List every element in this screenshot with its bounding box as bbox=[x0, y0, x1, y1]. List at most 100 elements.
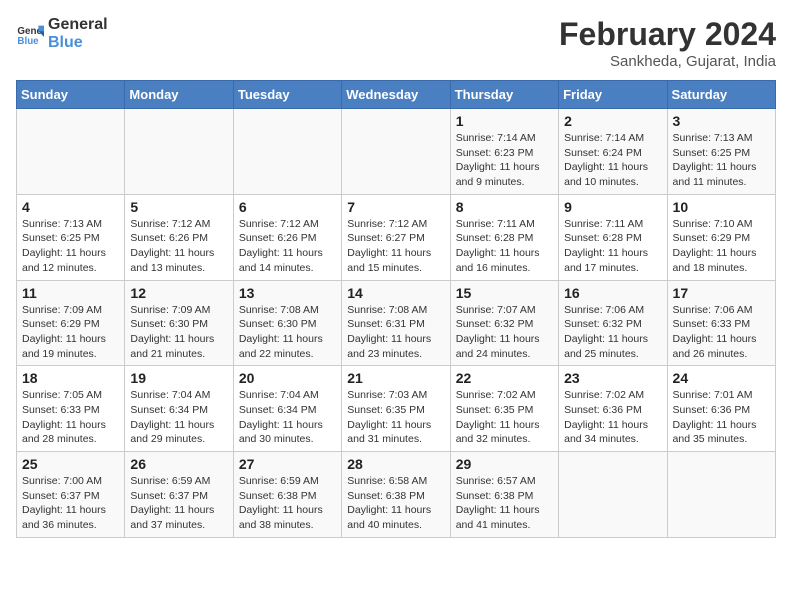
day-cell: 16Sunrise: 7:06 AMSunset: 6:32 PMDayligh… bbox=[559, 280, 667, 366]
day-info: Sunrise: 7:11 AMSunset: 6:28 PMDaylight:… bbox=[564, 217, 661, 276]
day-info: Sunrise: 7:13 AMSunset: 6:25 PMDaylight:… bbox=[673, 131, 770, 190]
header-tuesday: Tuesday bbox=[233, 81, 341, 109]
day-info: Sunrise: 7:04 AMSunset: 6:34 PMDaylight:… bbox=[239, 388, 336, 447]
day-info: Sunrise: 7:07 AMSunset: 6:32 PMDaylight:… bbox=[456, 303, 553, 362]
day-cell: 18 Sunrise: 7:05 AMSunset: 6:33 PMDayligh… bbox=[17, 366, 125, 452]
day-number: 20 bbox=[239, 370, 336, 386]
day-cell bbox=[233, 109, 341, 195]
day-number: 6 bbox=[239, 199, 336, 215]
title-block: February 2024 Sankheda, Gujarat, India bbox=[559, 16, 776, 70]
day-info: Sunrise: 6:58 AMSunset: 6:38 PMDaylight:… bbox=[347, 474, 444, 533]
day-number: 19 bbox=[130, 370, 227, 386]
day-number: 18 bbox=[22, 370, 119, 386]
day-info: Sunrise: 7:02 AMSunset: 6:35 PMDaylight:… bbox=[456, 388, 553, 447]
day-info: Sunrise: 6:59 AMSunset: 6:37 PMDaylight:… bbox=[130, 474, 227, 533]
day-cell: 17Sunrise: 7:06 AMSunset: 6:33 PMDayligh… bbox=[667, 280, 775, 366]
day-info: Sunrise: 7:11 AMSunset: 6:28 PMDaylight:… bbox=[456, 217, 553, 276]
day-cell: 14Sunrise: 7:08 AMSunset: 6:31 PMDayligh… bbox=[342, 280, 450, 366]
day-number: 28 bbox=[347, 456, 444, 472]
day-number: 29 bbox=[456, 456, 553, 472]
day-cell bbox=[17, 109, 125, 195]
month-year: February 2024 bbox=[559, 16, 776, 53]
day-info: Sunrise: 7:03 AMSunset: 6:35 PMDaylight:… bbox=[347, 388, 444, 447]
week-row-2: 11Sunrise: 7:09 AMSunset: 6:29 PMDayligh… bbox=[17, 280, 776, 366]
day-info: Sunrise: 7:12 AMSunset: 6:27 PMDaylight:… bbox=[347, 217, 444, 276]
day-cell: 24 Sunrise: 7:01 AMSunset: 6:36 PMDayligh… bbox=[667, 366, 775, 452]
day-cell bbox=[667, 452, 775, 538]
header-wednesday: Wednesday bbox=[342, 81, 450, 109]
day-info: Sunrise: 7:08 AMSunset: 6:30 PMDaylight:… bbox=[239, 303, 336, 362]
day-cell: 4Sunrise: 7:13 AMSunset: 6:25 PMDaylight… bbox=[17, 194, 125, 280]
logo: General Blue General Blue bbox=[16, 16, 108, 51]
week-row-1: 4Sunrise: 7:13 AMSunset: 6:25 PMDaylight… bbox=[17, 194, 776, 280]
day-cell bbox=[125, 109, 233, 195]
day-cell: 3 Sunrise: 7:13 AMSunset: 6:25 PMDaylight… bbox=[667, 109, 775, 195]
day-info: Sunrise: 7:14 AMSunset: 6:23 PMDaylight:… bbox=[456, 131, 553, 190]
day-cell bbox=[559, 452, 667, 538]
calendar-body: 1 Sunrise: 7:14 AMSunset: 6:23 PMDaylight… bbox=[17, 109, 776, 538]
calendar-table: SundayMondayTuesdayWednesdayThursdayFrid… bbox=[16, 80, 776, 538]
day-cell: 12 Sunrise: 7:09 AMSunset: 6:30 PMDayligh… bbox=[125, 280, 233, 366]
day-cell: 21 Sunrise: 7:03 AMSunset: 6:35 PMDayligh… bbox=[342, 366, 450, 452]
day-cell: 1 Sunrise: 7:14 AMSunset: 6:23 PMDaylight… bbox=[450, 109, 558, 195]
day-number: 25 bbox=[22, 456, 119, 472]
day-number: 22 bbox=[456, 370, 553, 386]
day-cell: 15 Sunrise: 7:07 AMSunset: 6:32 PMDayligh… bbox=[450, 280, 558, 366]
day-info: Sunrise: 6:59 AMSunset: 6:38 PMDaylight:… bbox=[239, 474, 336, 533]
page-header: General Blue General Blue February 2024 … bbox=[16, 16, 776, 70]
header-monday: Monday bbox=[125, 81, 233, 109]
day-number: 1 bbox=[456, 113, 553, 129]
week-row-4: 25Sunrise: 7:00 AMSunset: 6:37 PMDayligh… bbox=[17, 452, 776, 538]
day-number: 21 bbox=[347, 370, 444, 386]
day-cell: 13 Sunrise: 7:08 AMSunset: 6:30 PMDayligh… bbox=[233, 280, 341, 366]
day-cell: 22 Sunrise: 7:02 AMSunset: 6:35 PMDayligh… bbox=[450, 366, 558, 452]
day-info: Sunrise: 7:09 AMSunset: 6:29 PMDaylight:… bbox=[22, 303, 119, 362]
header-friday: Friday bbox=[559, 81, 667, 109]
day-info: Sunrise: 7:05 AMSunset: 6:33 PMDaylight:… bbox=[22, 388, 119, 447]
day-info: Sunrise: 7:01 AMSunset: 6:36 PMDaylight:… bbox=[673, 388, 770, 447]
day-number: 12 bbox=[130, 285, 227, 301]
day-cell: 6 Sunrise: 7:12 AMSunset: 6:26 PMDaylight… bbox=[233, 194, 341, 280]
svg-text:Blue: Blue bbox=[17, 35, 39, 46]
day-number: 9 bbox=[564, 199, 661, 215]
day-cell: 20 Sunrise: 7:04 AMSunset: 6:34 PMDayligh… bbox=[233, 366, 341, 452]
day-info: Sunrise: 7:13 AMSunset: 6:25 PMDaylight:… bbox=[22, 217, 119, 276]
day-cell: 5Sunrise: 7:12 AMSunset: 6:26 PMDaylight… bbox=[125, 194, 233, 280]
day-info: Sunrise: 7:12 AMSunset: 6:26 PMDaylight:… bbox=[239, 217, 336, 276]
day-cell: 29Sunrise: 6:57 AMSunset: 6:38 PMDayligh… bbox=[450, 452, 558, 538]
day-cell: 26 Sunrise: 6:59 AMSunset: 6:37 PMDayligh… bbox=[125, 452, 233, 538]
day-number: 16 bbox=[564, 285, 661, 301]
logo-icon: General Blue bbox=[16, 20, 44, 48]
day-number: 17 bbox=[673, 285, 770, 301]
calendar-header-row: SundayMondayTuesdayWednesdayThursdayFrid… bbox=[17, 81, 776, 109]
day-number: 14 bbox=[347, 285, 444, 301]
day-cell: 2 Sunrise: 7:14 AMSunset: 6:24 PMDaylight… bbox=[559, 109, 667, 195]
week-row-0: 1 Sunrise: 7:14 AMSunset: 6:23 PMDaylight… bbox=[17, 109, 776, 195]
day-info: Sunrise: 7:12 AMSunset: 6:26 PMDaylight:… bbox=[130, 217, 227, 276]
day-info: Sunrise: 7:09 AMSunset: 6:30 PMDaylight:… bbox=[130, 303, 227, 362]
day-cell: 10Sunrise: 7:10 AMSunset: 6:29 PMDayligh… bbox=[667, 194, 775, 280]
day-info: Sunrise: 7:14 AMSunset: 6:24 PMDaylight:… bbox=[564, 131, 661, 190]
logo-general: General bbox=[48, 16, 108, 34]
day-number: 2 bbox=[564, 113, 661, 129]
day-number: 27 bbox=[239, 456, 336, 472]
header-saturday: Saturday bbox=[667, 81, 775, 109]
day-cell: 25Sunrise: 7:00 AMSunset: 6:37 PMDayligh… bbox=[17, 452, 125, 538]
header-thursday: Thursday bbox=[450, 81, 558, 109]
day-cell bbox=[342, 109, 450, 195]
day-number: 23 bbox=[564, 370, 661, 386]
logo-blue: Blue bbox=[48, 34, 108, 52]
day-number: 10 bbox=[673, 199, 770, 215]
day-number: 8 bbox=[456, 199, 553, 215]
day-cell: 7Sunrise: 7:12 AMSunset: 6:27 PMDaylight… bbox=[342, 194, 450, 280]
day-cell: 23 Sunrise: 7:02 AMSunset: 6:36 PMDayligh… bbox=[559, 366, 667, 452]
location: Sankheda, Gujarat, India bbox=[559, 53, 776, 70]
day-number: 26 bbox=[130, 456, 227, 472]
day-info: Sunrise: 7:02 AMSunset: 6:36 PMDaylight:… bbox=[564, 388, 661, 447]
day-number: 13 bbox=[239, 285, 336, 301]
day-cell: 19Sunrise: 7:04 AMSunset: 6:34 PMDayligh… bbox=[125, 366, 233, 452]
day-number: 3 bbox=[673, 113, 770, 129]
day-number: 15 bbox=[456, 285, 553, 301]
day-number: 24 bbox=[673, 370, 770, 386]
day-cell: 9 Sunrise: 7:11 AMSunset: 6:28 PMDaylight… bbox=[559, 194, 667, 280]
